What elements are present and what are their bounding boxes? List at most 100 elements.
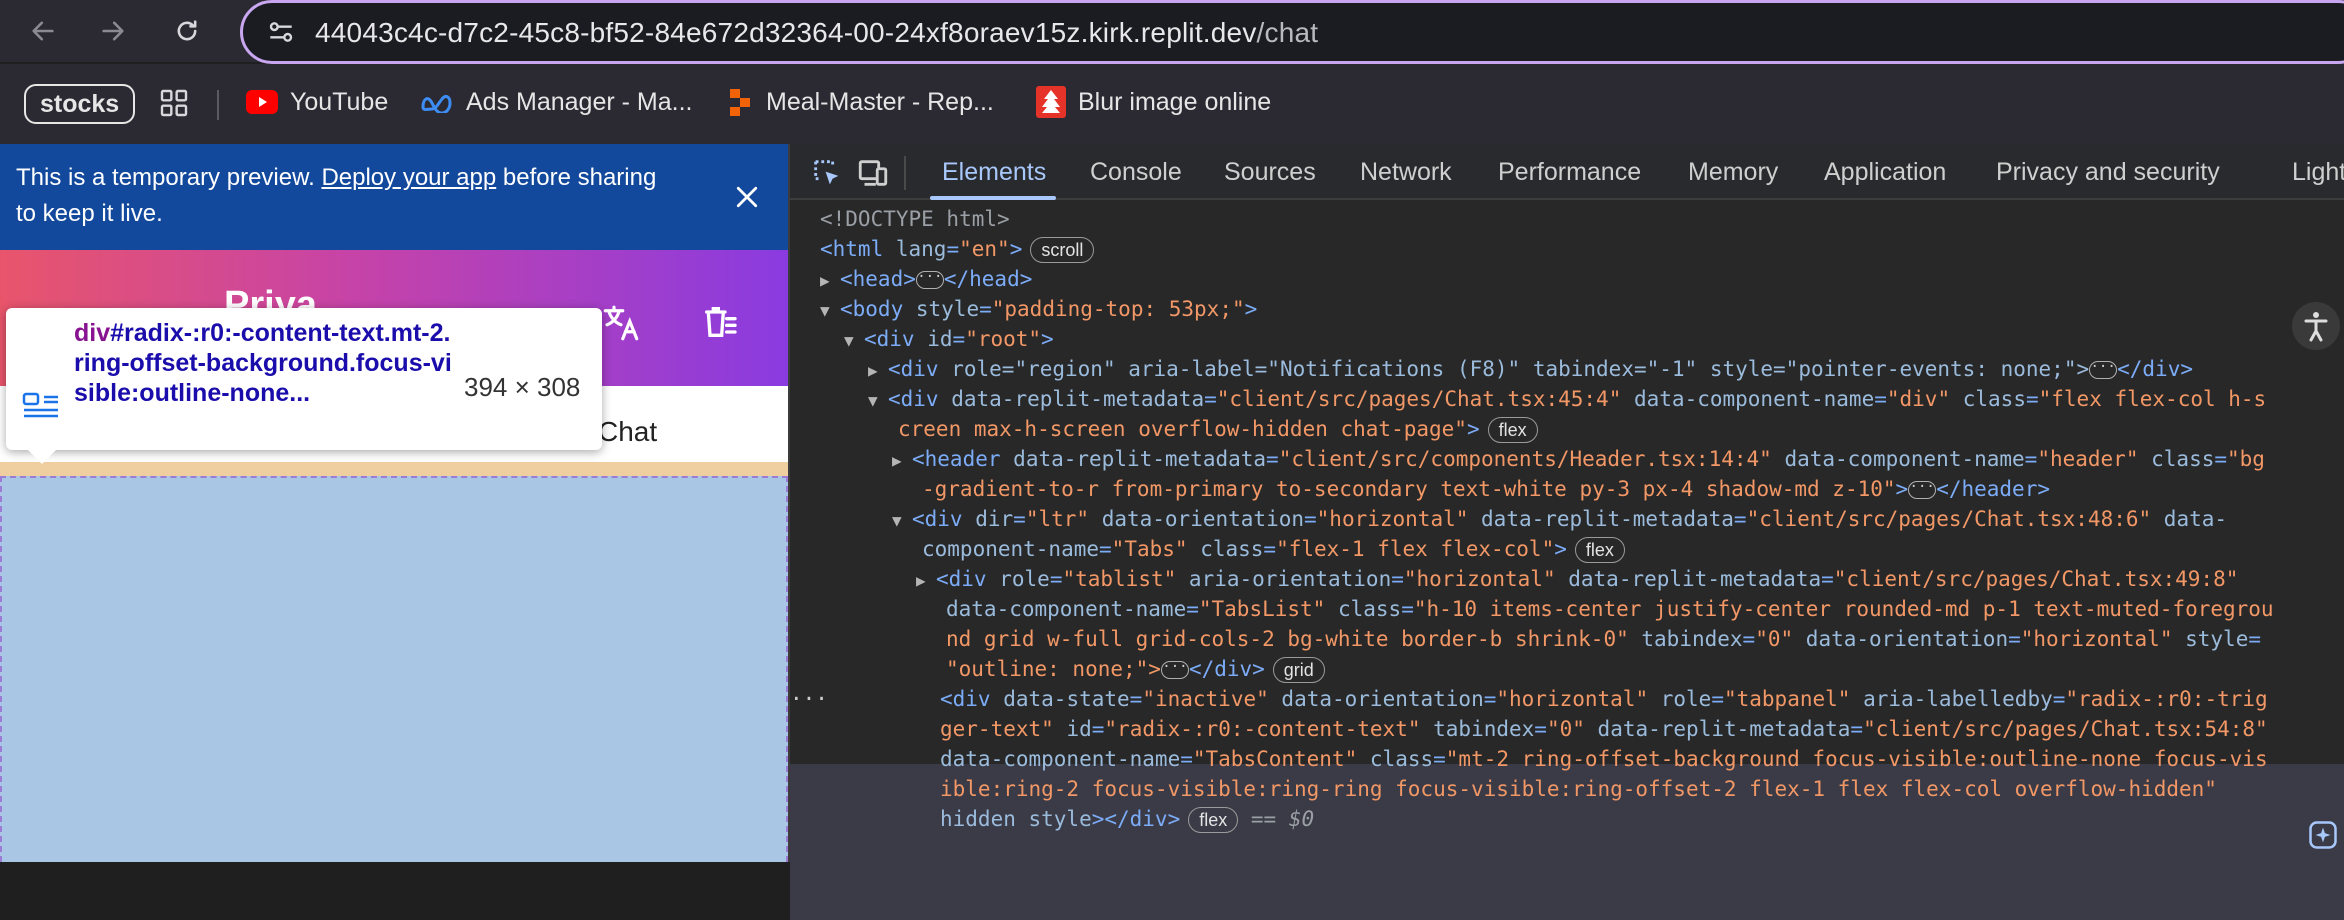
tab-console[interactable]: Console <box>1090 158 1182 187</box>
ellipsis-icon[interactable]: ··· <box>915 270 944 289</box>
device-toolbar-icon[interactable] <box>856 156 890 190</box>
tab-network[interactable]: Network <box>1360 158 1452 187</box>
tab-performance[interactable]: Performance <box>1498 158 1641 187</box>
dom-line[interactable]: ▼ <div dir="ltr" data-orientation="horizo… <box>892 504 2227 536</box>
url-text: 44043c4c-d7c2-45c8-bf52-84e672d32364-00-… <box>315 17 1318 49</box>
tab-memory[interactable]: Memory <box>1688 158 1778 187</box>
translate-icon[interactable] <box>600 302 642 344</box>
deploy-link[interactable]: Deploy your app <box>321 164 496 191</box>
dom-line-wrap: ible:ring-2 focus-visible:ring-ring focu… <box>940 777 2217 801</box>
tooltip-selector-text: #radix-:r0:-content-text.mt-2.ring-offse… <box>74 319 452 407</box>
reload-icon <box>177 20 197 41</box>
browser-toolbar: 44043c4c-d7c2-45c8-bf52-84e672d32364-00-… <box>0 0 2344 64</box>
reload-button[interactable] <box>166 10 208 52</box>
dom-line-wrap: "outline: none;">···</div> grid <box>946 654 1325 684</box>
dom-line[interactable]: ▶ <div role="region" aria-label="Notifica… <box>868 354 2193 386</box>
url-path: /chat <box>1256 17 1319 48</box>
site-settings-icon[interactable] <box>265 16 297 48</box>
accessibility-button[interactable] <box>2292 302 2340 350</box>
tooltip-selector: div#radix-:r0:-content-text.mt-2.ring-of… <box>74 318 454 408</box>
ai-assistant-icon[interactable] <box>2308 820 2338 850</box>
url-host: 44043c4c-d7c2-45c8-bf52-84e672d32364-00-… <box>315 17 1257 48</box>
dom-line[interactable]: ▶ <head>···</head> <box>820 264 1032 296</box>
dom-line[interactable]: ▶ <div role="tablist" aria-orientation="h… <box>916 564 2238 596</box>
layout-icon <box>22 392 58 418</box>
inspect-element-icon[interactable] <box>810 156 844 190</box>
inspect-tooltip: div#radix-:r0:-content-text.mt-2.ring-of… <box>6 308 602 464</box>
tab-privacy-security[interactable]: Privacy and security <box>1996 158 2220 187</box>
banner-text: before sharing <box>496 164 657 191</box>
banner-text: This is a temporary preview. <box>16 164 322 191</box>
expand-triangle-icon[interactable]: ▶ <box>868 356 888 386</box>
flex-badge[interactable]: flex <box>1188 807 1239 833</box>
collapse-triangle-icon[interactable]: ▼ <box>820 296 840 326</box>
dom-line-wrap: nd grid w-full grid-cols-2 bg-white bord… <box>946 627 2261 651</box>
dom-line[interactable]: ▶ <header data-replit-metadata="client/sr… <box>892 444 2265 476</box>
collapse-triangle-icon[interactable]: ▼ <box>868 386 888 416</box>
devtools-panel: Elements Console Sources Network Perform… <box>788 144 2344 920</box>
dom-line-selected[interactable]: <div data-state="inactive" data-orientat… <box>940 684 2268 714</box>
expand-triangle-icon[interactable]: ▶ <box>892 446 912 476</box>
dom-tree: <!DOCTYPE html> <html lang="en"> scroll ▶… <box>790 202 2344 920</box>
bookmark-blur-image[interactable]: Blur image online <box>1036 82 1271 122</box>
forward-button[interactable] <box>92 10 134 52</box>
banner-text: to keep it live. <box>16 200 163 227</box>
meta-icon <box>421 95 452 113</box>
dom-line[interactable]: ▼ <body style="padding-top: 53px;"> <box>820 294 1257 326</box>
selected-node-marker: == $0 <box>1250 807 1315 831</box>
bookmark-stocks[interactable]: stocks <box>24 84 136 124</box>
tab-application[interactable]: Application <box>1824 158 1946 187</box>
ellipsis-icon[interactable]: ··· <box>1908 480 1937 499</box>
scroll-badge[interactable]: scroll <box>1030 237 1095 263</box>
devtools-toolbar: Elements Console Sources Network Perform… <box>790 144 2344 200</box>
dom-line-wrap: ger-text" id="radix-:r0:-content-text" t… <box>940 717 2268 741</box>
dom-line[interactable]: ▼ <div id="root"> <box>844 324 1054 356</box>
apps-grid-icon[interactable] <box>158 86 190 120</box>
toolbar-separator <box>904 156 906 190</box>
panel-margin-highlight <box>0 462 788 476</box>
dom-line[interactable]: <html lang="en"> scroll <box>820 234 1095 264</box>
bookmark-label: YouTube <box>290 87 389 116</box>
collapse-triangle-icon[interactable]: ▼ <box>892 506 912 536</box>
grid-badge[interactable]: grid <box>1272 657 1325 683</box>
tab-lighthouse[interactable]: Light <box>2292 158 2344 187</box>
inspected-element-highlight <box>0 476 788 862</box>
bookmark-meal-master[interactable]: Meal-Master - Rep... <box>726 82 994 122</box>
node-actions-icon[interactable]: ··· <box>790 684 828 714</box>
replit-icon <box>730 89 750 116</box>
dom-line-wrap: -gradient-to-r from-primary to-secondary… <box>922 477 2050 501</box>
bookmark-label: Meal-Master - Rep... <box>766 87 994 116</box>
dom-line-wrap: hidden style></div> flex == $0 <box>940 807 1315 833</box>
ellipsis-icon[interactable]: ··· <box>2089 360 2118 379</box>
tab-elements[interactable]: Elements <box>942 158 1046 187</box>
active-tab-indicator <box>930 196 1056 200</box>
bookmark-youtube[interactable]: YouTube <box>246 82 388 122</box>
expand-triangle-icon[interactable]: ▶ <box>916 566 936 596</box>
dom-line[interactable]: ▼ <div data-replit-metadata="client/src/p… <box>868 384 2266 416</box>
delete-chat-icon[interactable] <box>700 302 740 342</box>
dom-line-wrap: component-name="Tabs" class="flex-1 flex… <box>922 534 1625 564</box>
dom-line-wrap: data-component-name="TabsList" class="h-… <box>946 597 2274 621</box>
ellipsis-icon[interactable]: ··· <box>1160 660 1189 679</box>
flex-badge[interactable]: flex <box>1487 417 1538 443</box>
dom-line-wrap: creen max-h-screen overflow-hidden chat-… <box>898 414 1538 444</box>
accessibility-icon <box>2304 312 2328 342</box>
bookmarks-bar: stocks YouTube Ads Manager - Ma... Meal-… <box>0 64 2344 144</box>
expand-triangle-icon[interactable]: ▶ <box>820 266 840 296</box>
tab-sources[interactable]: Sources <box>1224 158 1316 187</box>
back-arrow-icon <box>32 21 54 41</box>
back-button[interactable] <box>22 10 64 52</box>
tree-icon <box>1036 86 1066 118</box>
dom-line[interactable]: <!DOCTYPE html> <box>820 204 1010 234</box>
bookmark-label: Blur image online <box>1078 87 1272 116</box>
bookmark-separator <box>217 90 219 120</box>
flex-badge[interactable]: flex <box>1574 537 1625 563</box>
close-icon[interactable] <box>732 182 762 212</box>
tab-chat[interactable]: Chat <box>598 416 657 448</box>
address-bar[interactable]: 44043c4c-d7c2-45c8-bf52-84e672d32364-00-… <box>240 0 2344 64</box>
collapse-triangle-icon[interactable]: ▼ <box>844 326 864 356</box>
tooltip-tag: div <box>74 319 111 347</box>
preview-banner: This is a temporary preview. Deploy your… <box>0 144 788 250</box>
bookmark-ads-manager[interactable]: Ads Manager - Ma... <box>420 82 692 122</box>
youtube-icon <box>246 90 278 114</box>
